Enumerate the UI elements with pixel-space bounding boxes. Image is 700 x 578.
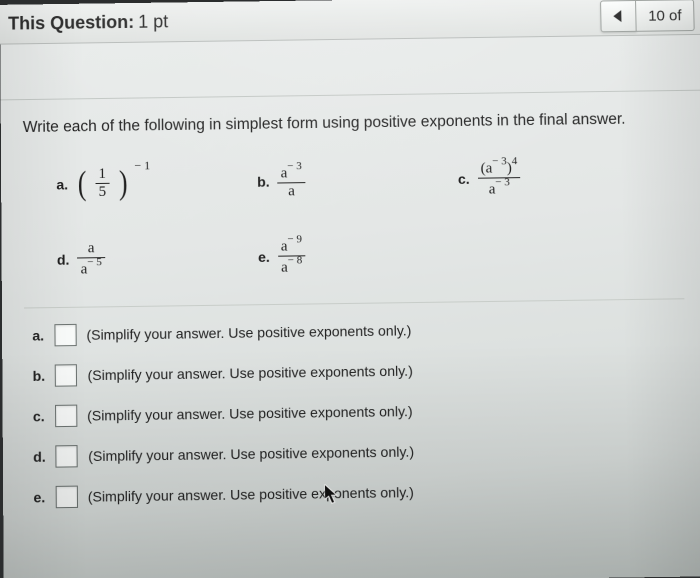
answer-hint: (Simplify your answer. Use positive expo… <box>88 484 414 505</box>
expr-label: d. <box>57 251 70 267</box>
expression-c: c. (a− 3)4 a− 3 <box>458 157 521 199</box>
answer-hint: (Simplify your answer. Use positive expo… <box>88 443 414 464</box>
denominator: 5 <box>96 184 110 201</box>
app-surface: This Question: 1 pt 10 of Write each of … <box>0 0 700 578</box>
fraction: a− 9 a− 8 <box>278 235 306 277</box>
question-prompt: Write each of the following in simplest … <box>23 111 626 137</box>
prev-question-button[interactable] <box>600 0 637 32</box>
answer-row-d: d. (Simplify your answer. Use positive e… <box>33 440 414 468</box>
expression-a: a. ( 1 5 ) − 1 <box>56 161 257 205</box>
answer-input-d[interactable] <box>56 445 78 468</box>
expression-d: d. a a− 5 <box>57 236 259 280</box>
den-exponent: − 8 <box>288 254 303 266</box>
paren-right: ) <box>118 171 127 195</box>
answer-input-e[interactable] <box>55 486 77 509</box>
answer-input-b[interactable] <box>55 364 77 387</box>
answer-hint: (Simplify your answer. Use positive expo… <box>87 363 412 384</box>
expr-label: c. <box>458 170 470 186</box>
triangle-left-icon <box>611 9 625 23</box>
den-exponent: − 5 <box>87 256 102 268</box>
outer-exponent: − 1 <box>134 158 150 173</box>
answer-label: b. <box>33 368 46 384</box>
numerator: a <box>85 240 98 257</box>
answer-label: a. <box>32 327 44 343</box>
expression-row-2: d. a a− 5 e. a− 9 a− 8 <box>57 230 676 280</box>
answer-label: c. <box>33 408 45 424</box>
answer-row-e: e. (Simplify your answer. Use positive e… <box>33 481 414 509</box>
denominator: a− 3 <box>485 178 513 198</box>
answer-inputs: a. (Simplify your answer. Use positive e… <box>32 319 415 508</box>
answer-row-a: a. (Simplify your answer. Use positive e… <box>32 319 412 346</box>
expr-label: b. <box>257 173 270 189</box>
den-exponent: − 3 <box>495 176 510 188</box>
answers-divider <box>24 298 684 308</box>
answer-input-a[interactable] <box>54 324 76 346</box>
cursor-icon <box>324 484 338 504</box>
outer-exponent: 4 <box>512 155 518 167</box>
expression-row-1: a. ( 1 5 ) − 1 b. a− 3 a <box>56 155 674 205</box>
answer-row-b: b. (Simplify your answer. Use positive e… <box>33 360 413 388</box>
denominator: a− 5 <box>77 258 104 278</box>
fraction: (a− 3)4 a− 3 <box>477 157 521 199</box>
screenshot-wrapper: This Question: 1 pt 10 of Write each of … <box>0 0 700 578</box>
expression-b: b. a− 3 a <box>257 158 458 202</box>
numerator: a− 3 <box>277 162 304 182</box>
fraction: 1 5 <box>95 166 109 201</box>
answer-hint: (Simplify your answer. Use positive expo… <box>87 403 413 424</box>
exponent: − 3 <box>287 160 302 172</box>
numerator: (a− 3)4 <box>477 157 520 178</box>
denominator: a− 8 <box>278 256 306 276</box>
expr-label: a. <box>56 176 68 192</box>
question-header: This Question: 1 pt 10 of <box>0 0 700 45</box>
fraction: a− 3 a <box>277 162 305 200</box>
answer-label: e. <box>33 489 45 505</box>
fraction: a a− 5 <box>77 240 105 279</box>
counter-text: 10 of <box>648 7 682 24</box>
numerator: 1 <box>95 166 109 183</box>
inner-exponent: − 3 <box>492 155 507 167</box>
answer-label: d. <box>33 449 46 465</box>
answer-hint: (Simplify your answer. Use positive expo… <box>86 322 411 343</box>
question-counter: 10 of <box>636 0 695 32</box>
numerator: a− 9 <box>278 235 306 255</box>
num-exponent: − 9 <box>287 233 302 245</box>
header-points: 1 pt <box>138 11 168 32</box>
header-label: This Question: <box>8 12 134 35</box>
denominator: a <box>285 183 298 200</box>
answer-input-c[interactable] <box>55 405 77 428</box>
paren-left: ( <box>77 172 86 196</box>
answer-row-c: c. (Simplify your answer. Use positive e… <box>33 400 414 428</box>
expr-label: e. <box>258 248 270 264</box>
expression-e: e. a− 9 a− 8 <box>258 235 306 277</box>
divider <box>1 90 700 101</box>
question-nav: 10 of <box>600 0 695 32</box>
